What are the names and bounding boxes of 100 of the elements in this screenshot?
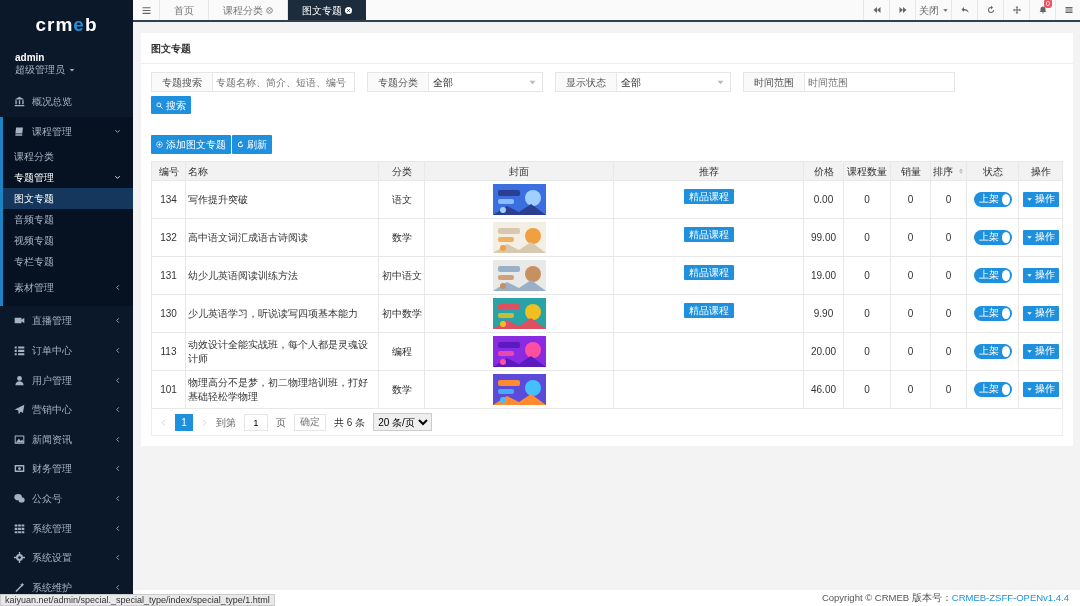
sidebar-item[interactable]: 新闻资讯: [0, 424, 133, 455]
input-field[interactable]: 专题名称、简介、短语、编号: [213, 72, 355, 92]
table-cell: 0: [930, 370, 967, 409]
table-cell: 99.00: [803, 218, 844, 257]
table-cell: 0: [890, 294, 931, 333]
double-left-icon: [872, 6, 881, 14]
table-cell: 19.00: [803, 256, 844, 295]
user-name: admin: [15, 52, 46, 64]
caret-icon: [69, 67, 75, 73]
table-cell: 0: [930, 218, 967, 257]
table-cell: 0: [890, 256, 931, 295]
table-cell: 数学: [378, 218, 425, 257]
caret-icon: [1026, 273, 1032, 278]
table-cell: 初中数学: [378, 294, 425, 333]
url-tooltip: kaiyuan.net/admin/special._special_type/index/special_type/1.html: [0, 594, 275, 606]
recommend-tag: 精品课程: [683, 189, 734, 204]
menu-icon: [141, 5, 151, 15]
move-icon: [1012, 6, 1021, 14]
table-cell: 动效设计全能实战班，每个人都是灵魂设计师: [185, 332, 379, 371]
search-icon: [156, 101, 163, 109]
page-input[interactable]: 1: [244, 413, 268, 431]
table-cell: 语文: [378, 180, 425, 219]
column-header: 封面: [424, 161, 614, 181]
settings-icon: [14, 552, 25, 564]
table-cell: 101: [151, 370, 186, 409]
card-title: 图文专题: [141, 33, 1073, 64]
table-cell: 0: [890, 218, 931, 257]
table-cell: 0: [930, 332, 967, 371]
column-header: 编号: [151, 161, 186, 181]
sidebar-item[interactable]: 专栏专题: [3, 251, 133, 273]
recommend-tag: 精品课程: [683, 303, 734, 318]
caret-icon: [717, 78, 724, 86]
sidebar-item[interactable]: 课程分类: [3, 146, 133, 168]
table-cell: 编程: [378, 332, 425, 371]
column-header: 课程数量: [843, 161, 891, 181]
caret-icon: [1026, 349, 1032, 354]
column-label: 排序: [933, 164, 953, 179]
sidebar-item[interactable]: 素材管理: [3, 272, 133, 303]
sidebar-item[interactable]: 公众号: [0, 483, 133, 514]
double-right-icon: [898, 6, 907, 14]
tab[interactable]: 首页: [159, 0, 208, 20]
caret-icon: [1026, 235, 1032, 240]
caret-icon: [529, 78, 536, 86]
input-field[interactable]: 时间范围: [805, 72, 955, 92]
table-cell: 132: [151, 218, 186, 257]
close-icon: [266, 6, 273, 14]
sidebar-item[interactable]: 系统管理: [0, 513, 133, 543]
copyright-text: Copyright © CRMEB 版本号：: [821, 590, 952, 605]
total-count: 共 6 条: [334, 415, 366, 430]
image-icon: [14, 433, 25, 445]
column-header: 操作: [1018, 161, 1063, 181]
column-header: 分类: [378, 161, 425, 181]
confirm-button[interactable]: 确定: [294, 413, 326, 431]
table-cell: 物理高分不是梦，初二物理培训班，打好基础轻松学物理: [185, 370, 379, 409]
sidebar-item[interactable]: 视频专题: [3, 230, 133, 252]
banknote-icon: [14, 463, 25, 475]
version-link[interactable]: CRMEB-ZSFF-OPENv1.4.4: [951, 590, 1069, 606]
sidebar-item[interactable]: 直播管理: [0, 306, 133, 336]
sidebar-item[interactable]: 课程管理: [3, 116, 133, 147]
table-cell: 0: [843, 370, 891, 409]
sidebar-item[interactable]: 音频专题: [3, 209, 133, 231]
sidebar-item[interactable]: 专题管理: [3, 167, 133, 189]
chat-icon: [14, 493, 25, 505]
table-cell: 数学: [378, 370, 425, 409]
sidebar-item[interactable]: 营销中心: [0, 394, 133, 425]
table-cell: 113: [151, 332, 186, 371]
table-cell: 46.00: [803, 370, 844, 409]
role-dropdown[interactable]: 超级管理员: [15, 64, 133, 76]
sidebar-item[interactable]: 订单中心: [0, 335, 133, 366]
close-icon: [345, 6, 352, 14]
column-header: 状态: [966, 161, 1019, 181]
dropdown[interactable]: 全部: [617, 72, 731, 92]
list-icon: [14, 345, 25, 357]
column-header: 销量: [890, 161, 931, 181]
table-cell: 0: [890, 370, 931, 409]
sidebar-item[interactable]: 财务管理: [0, 454, 133, 484]
table-cell: 131: [151, 256, 186, 295]
sidebar-item[interactable]: 概况总览: [0, 87, 133, 117]
filter-label: 专题分类: [367, 72, 429, 92]
logo: crmeb: [34, 13, 99, 37]
plus-circle-icon: [156, 141, 163, 148]
refresh-icon: [986, 6, 995, 14]
recommend-tag: 精品课程: [683, 265, 734, 280]
sidebar-item[interactable]: 系统设置: [0, 542, 133, 573]
caret-icon: [1026, 311, 1032, 316]
table-cell: 0: [843, 332, 891, 371]
page-size-select[interactable]: 20 条/页: [373, 413, 433, 431]
table-cell: 130: [151, 294, 186, 333]
column-header: 名称: [185, 161, 379, 181]
goto-label: 到第: [216, 415, 236, 430]
close-menu[interactable]: 关闭: [915, 0, 951, 20]
tab[interactable]: 图文专题: [287, 0, 366, 20]
caret-icon: [1026, 387, 1032, 392]
table-cell: 0: [843, 218, 891, 257]
dropdown[interactable]: 全部: [429, 72, 543, 92]
sidebar-item[interactable]: 图文专题: [3, 188, 133, 210]
sidebar-item[interactable]: 用户管理: [0, 365, 133, 395]
table-cell: 0: [843, 294, 891, 333]
filter-label: 显示状态: [555, 72, 617, 92]
table-cell: 9.90: [803, 294, 844, 333]
